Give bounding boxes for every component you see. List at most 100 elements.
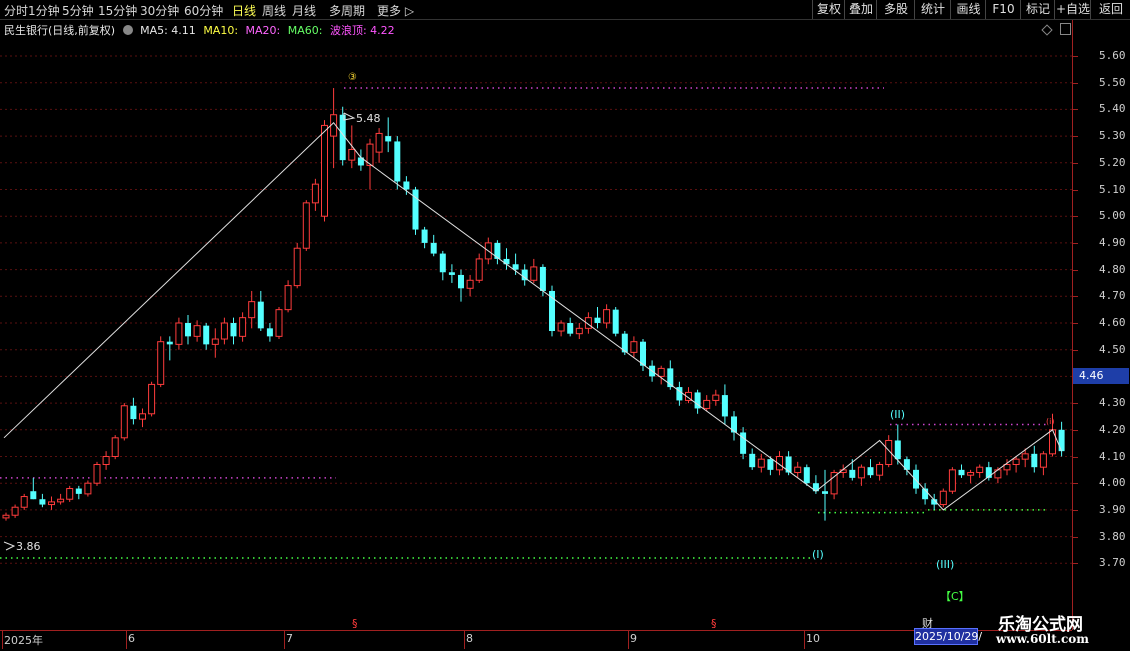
- tab-period-9[interactable]: 多周期: [329, 2, 365, 19]
- candle-body: [1058, 429, 1065, 452]
- price-tick-label: 5.30: [1099, 129, 1126, 143]
- candle-body: [503, 258, 510, 265]
- tab-period-7[interactable]: 周线: [262, 2, 286, 19]
- brand-watermark: 乐淘公式网 www.60lt.com: [986, 608, 1130, 650]
- candle-body: [458, 274, 464, 289]
- candle-body: [130, 405, 137, 420]
- time-label: 10: [806, 632, 820, 645]
- price-tick: [1073, 429, 1078, 431]
- candle-body: [549, 290, 555, 332]
- time-tick: [284, 631, 285, 649]
- price-tick: [1073, 56, 1078, 57]
- toolbar-button-8[interactable]: 返回: [1090, 0, 1130, 19]
- toolbar-button-4[interactable]: 画线: [950, 0, 986, 19]
- price-tick-label: 4.10: [1099, 449, 1126, 463]
- price-tick-label: 3.80: [1099, 529, 1126, 543]
- candle-body: [767, 459, 774, 470]
- toolbar-button-2[interactable]: 多股: [876, 0, 915, 19]
- candlestick-chart[interactable]: 5.48 3.86 ③ (I) (II) (III) 【C】 (i): [0, 20, 1072, 630]
- tab-period-8[interactable]: 月线: [292, 2, 316, 19]
- candle-body: [166, 341, 173, 345]
- candle-body: [958, 469, 965, 476]
- tab-period-10[interactable]: 更多 ▷: [377, 2, 414, 19]
- time-label: 2025年: [4, 634, 43, 647]
- candle-body: [275, 309, 283, 337]
- tab-period-6[interactable]: 日线: [232, 2, 256, 19]
- candle-body: [20, 496, 28, 508]
- candle-body: [321, 124, 328, 217]
- candle-body: [594, 317, 601, 323]
- wave-annotations: 5.48 3.86 ③ (I) (II) (III) 【C】 (i): [3, 72, 1054, 603]
- price-tick-label: 4.00: [1099, 476, 1126, 490]
- wave-C-label: 【C】: [940, 590, 970, 603]
- price-tick-label: 5.10: [1099, 182, 1126, 196]
- candle-body: [1031, 453, 1038, 468]
- candle-body: [139, 413, 146, 420]
- price-tick-label: 5.00: [1099, 209, 1126, 223]
- candle-body: [248, 301, 256, 319]
- candle-body: [640, 341, 646, 366]
- grid-lines: [0, 55, 1072, 564]
- candle-body: [976, 466, 984, 474]
- candle-body: [803, 467, 810, 484]
- candle-body: [466, 279, 474, 289]
- candle-body: [375, 132, 383, 153]
- price-tick: [1073, 483, 1078, 485]
- event-marker[interactable]: §: [711, 617, 717, 630]
- candle-body: [439, 253, 446, 273]
- price-tick-label: 4.50: [1099, 342, 1126, 356]
- toolbar-button-0[interactable]: 复权: [812, 0, 845, 19]
- price-tick: [1073, 563, 1078, 565]
- candle-body: [612, 309, 619, 334]
- price-tick: [1073, 242, 1078, 244]
- tab-period-5[interactable]: 60分钟: [184, 2, 223, 19]
- candle-body: [211, 338, 219, 345]
- high-label: 5.48: [356, 112, 381, 125]
- wave-i-label: (i): [1046, 417, 1054, 426]
- candle-body: [421, 229, 428, 243]
- toolbar-button-7[interactable]: +自选: [1054, 0, 1091, 19]
- toolbar-button-5[interactable]: F10: [985, 0, 1021, 19]
- toolbar-button-1[interactable]: 叠加: [844, 0, 877, 19]
- candle-body: [148, 383, 156, 415]
- time-label: 6: [128, 632, 135, 645]
- tab-period-3[interactable]: 15分钟: [98, 2, 137, 19]
- tab-period-0[interactable]: 分时: [4, 2, 28, 19]
- candle-body: [30, 491, 37, 500]
- candle-body: [102, 456, 110, 466]
- price-tick: [1073, 323, 1078, 324]
- candle-body: [575, 327, 583, 335]
- wave-lines: [3, 122, 1063, 511]
- candle-body: [712, 394, 720, 401]
- candle-body: [11, 506, 19, 516]
- time-axis[interactable]: 2025年 6 7 8 9 10 § § 财: [0, 617, 1072, 651]
- candle-body: [157, 341, 165, 385]
- candle-body: [385, 136, 392, 142]
- tab-period-2[interactable]: 5分钟: [62, 2, 94, 19]
- price-tick-label: 3.70: [1099, 556, 1126, 570]
- cursor-date: 2025/10/29/: [914, 628, 983, 645]
- tab-period-4[interactable]: 30分钟: [140, 2, 179, 19]
- price-axis[interactable]: 5.60 5.50 5.40 5.30 5.20 5.10 5.00 4.90 4.80 4.70…: [1072, 20, 1130, 630]
- candle-body: [757, 458, 765, 468]
- candle-body: [220, 322, 228, 340]
- candle-body: [1012, 458, 1020, 466]
- candle-body: [475, 258, 483, 281]
- candle-body: [175, 322, 183, 345]
- tab-period-1[interactable]: 1分钟: [28, 2, 60, 19]
- time-label: 8: [466, 632, 473, 645]
- candle-body: [203, 325, 210, 345]
- toolbar-button-3[interactable]: 统计: [914, 0, 951, 19]
- event-marker[interactable]: §: [352, 617, 358, 630]
- candle-body: [657, 367, 665, 377]
- toolbar-button-6[interactable]: 标记: [1020, 0, 1055, 19]
- candle-body: [185, 323, 191, 337]
- candle-body: [311, 183, 319, 204]
- candle-body: [120, 405, 128, 439]
- price-tick-label: 5.60: [1099, 49, 1126, 62]
- candle-body: [557, 322, 565, 332]
- candle-body: [448, 272, 455, 275]
- low-arrow-icon: [3, 541, 16, 551]
- candle-body: [948, 469, 956, 492]
- candle-body: [57, 498, 65, 503]
